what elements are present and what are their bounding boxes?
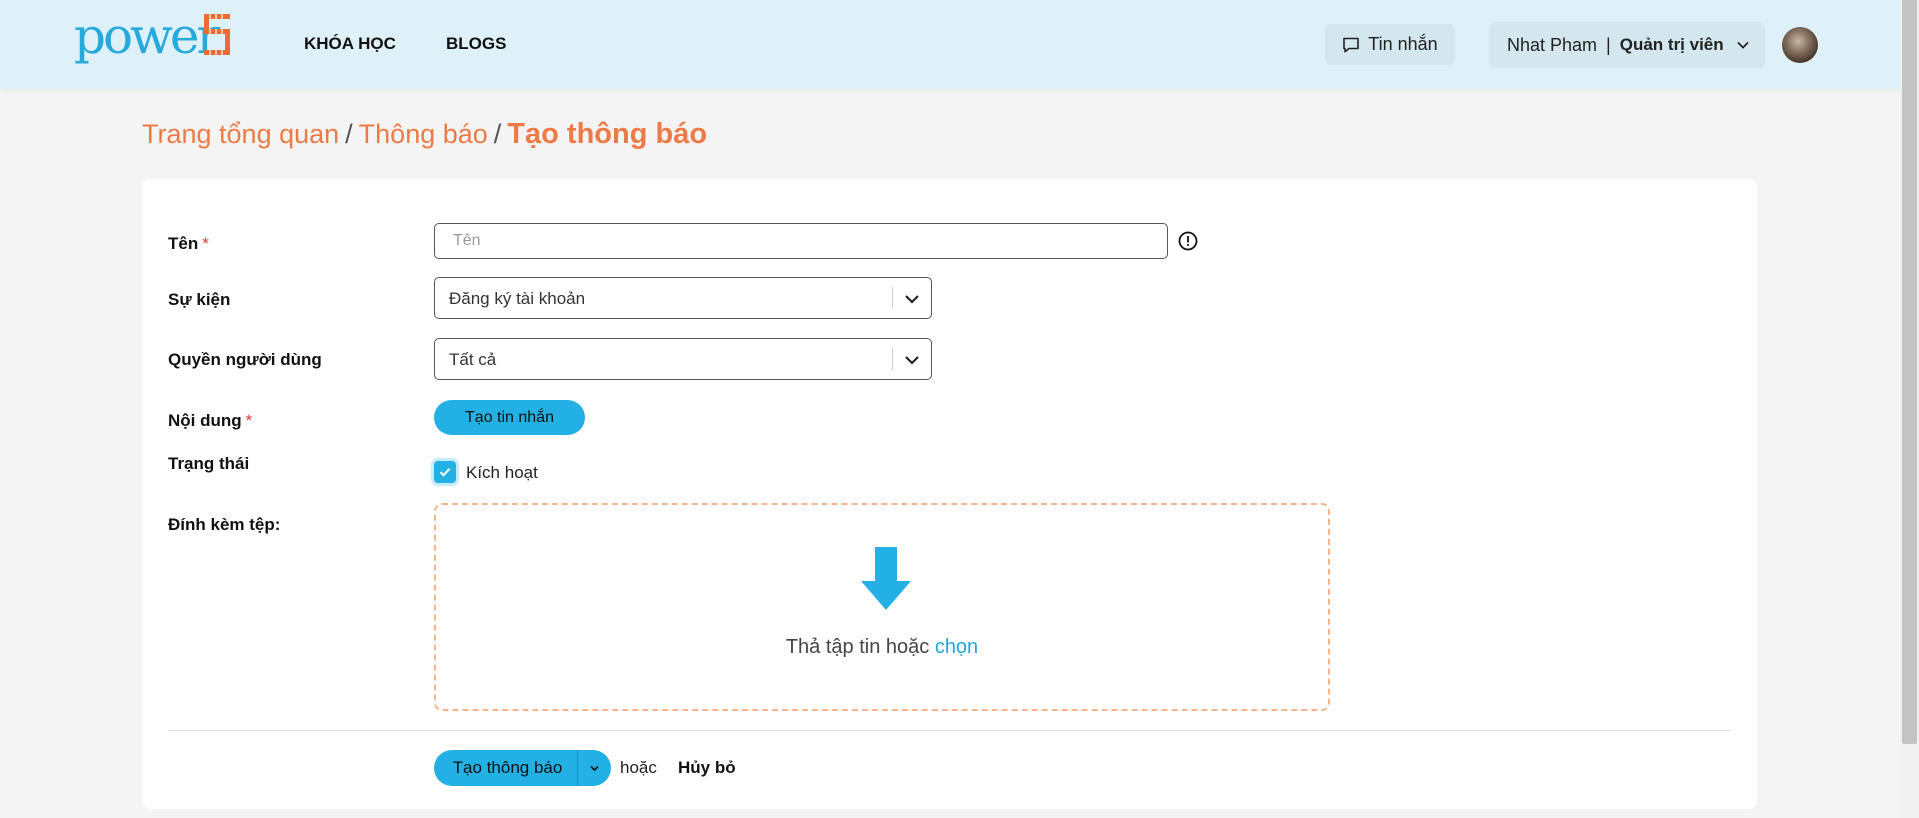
- create-notification-split-button: Tạo thông báo: [434, 750, 611, 786]
- divider: [168, 730, 1731, 731]
- messages-button[interactable]: Tin nhắn: [1325, 24, 1455, 65]
- user-role: Quản trị viên: [1619, 35, 1724, 54]
- user-menu[interactable]: Nhat Pham | Quản trị viên: [1489, 22, 1765, 68]
- cancel-link[interactable]: Hủy bỏ: [678, 758, 736, 778]
- avatar[interactable]: [1782, 27, 1818, 63]
- event-value: Đăng ký tài khoản: [449, 289, 586, 308]
- user-separator: |: [1606, 34, 1611, 55]
- breadcrumb: Trang tổng quan / Thông báo / Tạo thông báo: [142, 118, 707, 151]
- select-divider: [892, 348, 893, 370]
- required-mark: *: [245, 411, 253, 430]
- active-checkbox[interactable]: [434, 461, 456, 483]
- create-message-button[interactable]: Tạo tin nhắn: [434, 400, 585, 435]
- chevron-down-icon: [905, 295, 919, 304]
- permission-value: Tất cả: [449, 350, 497, 369]
- create-notification-button[interactable]: Tạo thông báo: [434, 758, 577, 778]
- select-divider: [892, 287, 893, 309]
- checkmark-icon: [439, 468, 451, 477]
- logo-text: power: [74, 7, 220, 65]
- messages-label: Tin nhắn: [1368, 34, 1438, 54]
- name-input[interactable]: [434, 223, 1168, 259]
- status-label: Trạng thái: [168, 454, 250, 473]
- choose-file-link[interactable]: chọn: [935, 636, 978, 658]
- logo-five-mark: [204, 14, 230, 55]
- or-text: hoặc: [620, 758, 657, 777]
- chevron-down-icon: [590, 765, 599, 771]
- power5-logo[interactable]: power: [74, 7, 230, 65]
- user-name: Nhat Pham: [1507, 34, 1598, 55]
- active-checkbox-label[interactable]: Kích hoạt: [466, 463, 538, 483]
- nav-link-courses[interactable]: KHÓA HỌC: [304, 34, 396, 54]
- scrollbar-thumb[interactable]: [1902, 0, 1917, 744]
- chevron-down-icon: [905, 356, 919, 365]
- breadcrumb-separator: /: [493, 119, 502, 149]
- form-card: [142, 179, 1757, 809]
- dropzone-text: Thả tập tin hoặc chọn: [785, 636, 979, 658]
- event-select[interactable]: Đăng ký tài khoản: [434, 277, 932, 319]
- name-label: Tên *: [168, 234, 209, 253]
- breadcrumb-current: Tạo thông báo: [507, 118, 708, 150]
- breadcrumb-item-notifications[interactable]: Thông báo: [359, 119, 488, 149]
- content-label: Nội dung *: [168, 411, 253, 430]
- chevron-down-icon: [1737, 41, 1749, 49]
- breadcrumb-separator: /: [345, 119, 353, 149]
- event-label: Sự kiện: [168, 290, 231, 309]
- file-dropzone[interactable]: Thả tập tin hoặc chọn: [434, 503, 1330, 711]
- breadcrumb-item-dashboard[interactable]: Trang tổng quan: [142, 119, 339, 149]
- arrow-down-icon: [861, 547, 911, 610]
- permission-label: Quyền người dùng: [168, 350, 322, 369]
- attachment-label: Đính kèm tệp:: [168, 515, 281, 534]
- permission-select[interactable]: Tất cả: [434, 338, 932, 380]
- nav-link-blogs[interactable]: BLOGS: [446, 34, 506, 54]
- top-navbar: power KHÓA HỌC BLOGS Tin nhắn Nhat Pham …: [0, 0, 1900, 89]
- chat-bubble-icon: [1343, 37, 1360, 52]
- required-mark: *: [202, 234, 209, 253]
- info-icon[interactable]: [1177, 230, 1199, 252]
